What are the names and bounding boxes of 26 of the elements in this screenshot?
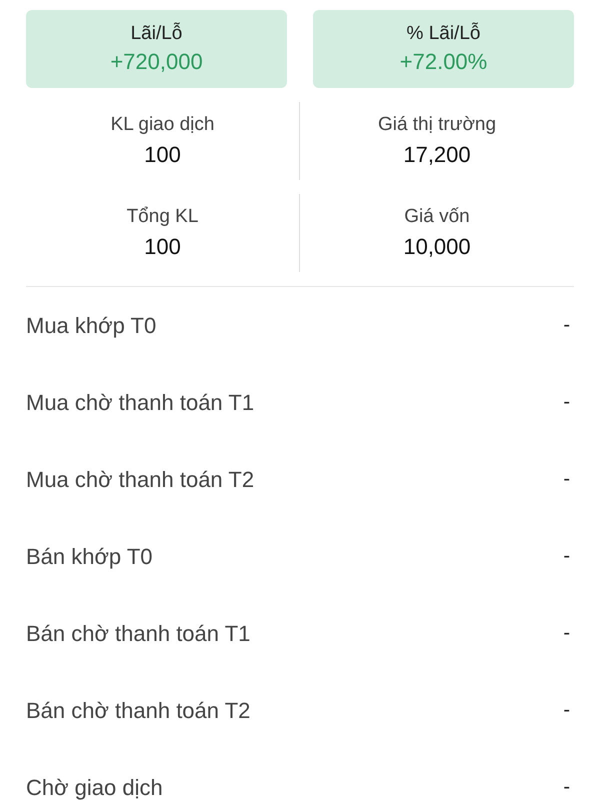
stat-label: Tổng KL [126,206,198,228]
row-value: - [563,545,571,568]
row-label: Mua khớp T0 [26,312,156,338]
card-label: % Lãi/Lỗ [406,23,480,45]
card-value: +72.00% [400,49,488,75]
row-label: Chờ giao dịch [26,774,163,800]
stat-value: 17,200 [403,142,471,168]
stat-label: Giá thị trường [378,114,496,136]
stat-value: 10,000 [403,234,471,260]
row-value: - [563,622,571,645]
stat-value: 100 [144,234,181,260]
row-label: Mua chờ thanh toán T2 [26,466,254,492]
card-value: +720,000 [110,49,203,75]
row-value: - [563,391,571,414]
stat-value: 100 [144,142,181,168]
row-value: - [563,776,571,799]
row-value: - [563,468,571,491]
row-label: Bán khớp T0 [26,544,153,570]
row-label: Bán chờ thanh toán T2 [26,698,250,724]
card-label: Lãi/Lỗ [130,23,182,45]
stat-label: KL giao dịch [110,114,214,136]
row-value: - [563,699,571,722]
stat-label: Giá vốn [404,206,470,228]
row-value: - [563,314,571,337]
row-label: Mua chờ thanh toán T1 [26,390,254,416]
row-label: Bán chờ thanh toán T1 [26,620,250,646]
